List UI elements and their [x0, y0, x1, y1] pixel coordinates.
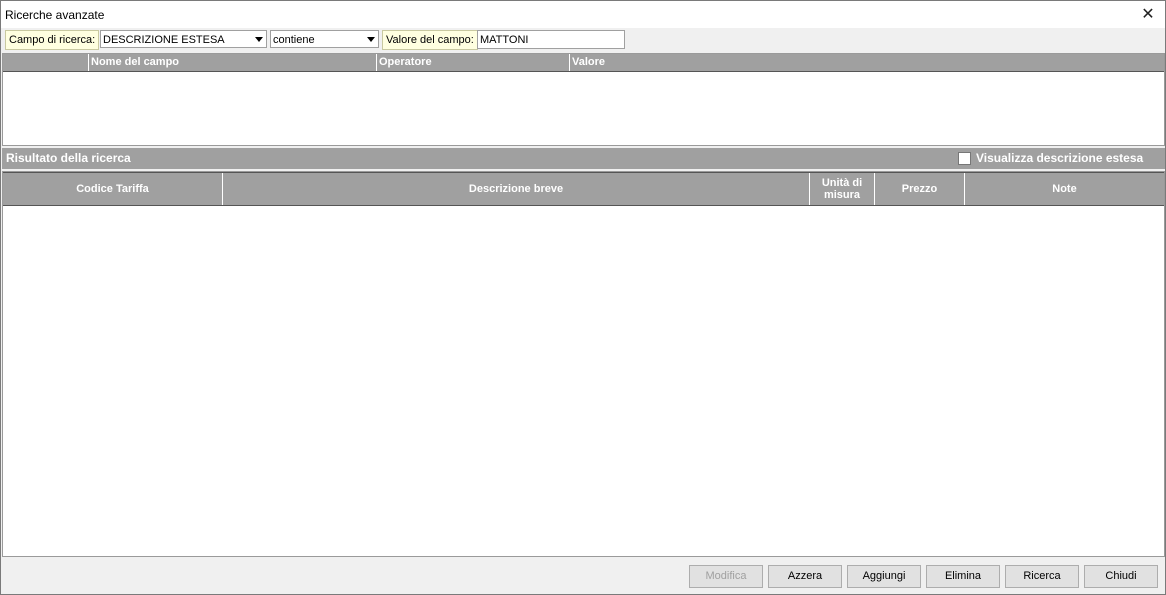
close-icon[interactable]: ✕: [1137, 4, 1159, 26]
field-select-value: DESCRIZIONE ESTESA: [103, 34, 225, 46]
criteria-grid-header: Nome del campo Operatore Valore: [3, 54, 1164, 72]
extended-description-label[interactable]: Visualizza descrizione estesa: [976, 151, 1143, 165]
operator-select[interactable]: contiene: [270, 30, 379, 48]
add-button[interactable]: Aggiungi: [847, 565, 921, 588]
search-criteria-bar: Campo di ricerca: DESCRIZIONE ESTESA con…: [1, 28, 1165, 52]
search-button[interactable]: Ricerca: [1005, 565, 1079, 588]
value-input-text: MATTONI: [480, 34, 529, 46]
results-col-price[interactable]: Prezzo: [875, 173, 965, 205]
advanced-search-dialog: Ricerche avanzate ✕ Campo di ricerca: DE…: [0, 0, 1166, 595]
extended-description-checkbox[interactable]: [958, 152, 971, 165]
button-bar: Modifica Azzera Aggiungi Elimina Ricerca…: [1, 557, 1165, 594]
criteria-col-value[interactable]: Valore: [570, 54, 1164, 71]
results-title: Risultato della ricerca: [6, 151, 131, 165]
value-label: Valore del campo:: [382, 30, 478, 50]
field-label: Campo di ricerca:: [5, 30, 100, 50]
modify-button[interactable]: Modifica: [689, 565, 763, 588]
results-col-unit[interactable]: Unità di misura: [810, 173, 875, 205]
close-button[interactable]: Chiudi: [1084, 565, 1158, 588]
field-select[interactable]: DESCRIZIONE ESTESA: [100, 30, 267, 48]
chevron-down-icon[interactable]: [255, 37, 263, 42]
results-header-bar: Risultato della ricerca Visualizza descr…: [2, 148, 1165, 169]
chevron-down-icon[interactable]: [367, 37, 375, 42]
operator-select-value: contiene: [273, 34, 315, 46]
results-grid[interactable]: Codice Tariffa Descrizione breve Unità d…: [2, 171, 1165, 557]
results-col-code[interactable]: Codice Tariffa: [3, 173, 223, 205]
criteria-col-selector[interactable]: [3, 54, 89, 71]
criteria-col-field-name[interactable]: Nome del campo: [89, 54, 377, 71]
criteria-grid[interactable]: Nome del campo Operatore Valore: [2, 53, 1165, 146]
value-input[interactable]: MATTONI: [477, 30, 625, 49]
results-col-short-description[interactable]: Descrizione breve: [223, 173, 810, 205]
title-bar: Ricerche avanzate ✕: [1, 1, 1165, 28]
reset-button[interactable]: Azzera: [768, 565, 842, 588]
window-title: Ricerche avanzate: [5, 8, 105, 22]
results-col-notes[interactable]: Note: [965, 173, 1164, 205]
criteria-col-operator[interactable]: Operatore: [377, 54, 570, 71]
delete-button[interactable]: Elimina: [926, 565, 1000, 588]
results-grid-header: Codice Tariffa Descrizione breve Unità d…: [3, 172, 1164, 206]
